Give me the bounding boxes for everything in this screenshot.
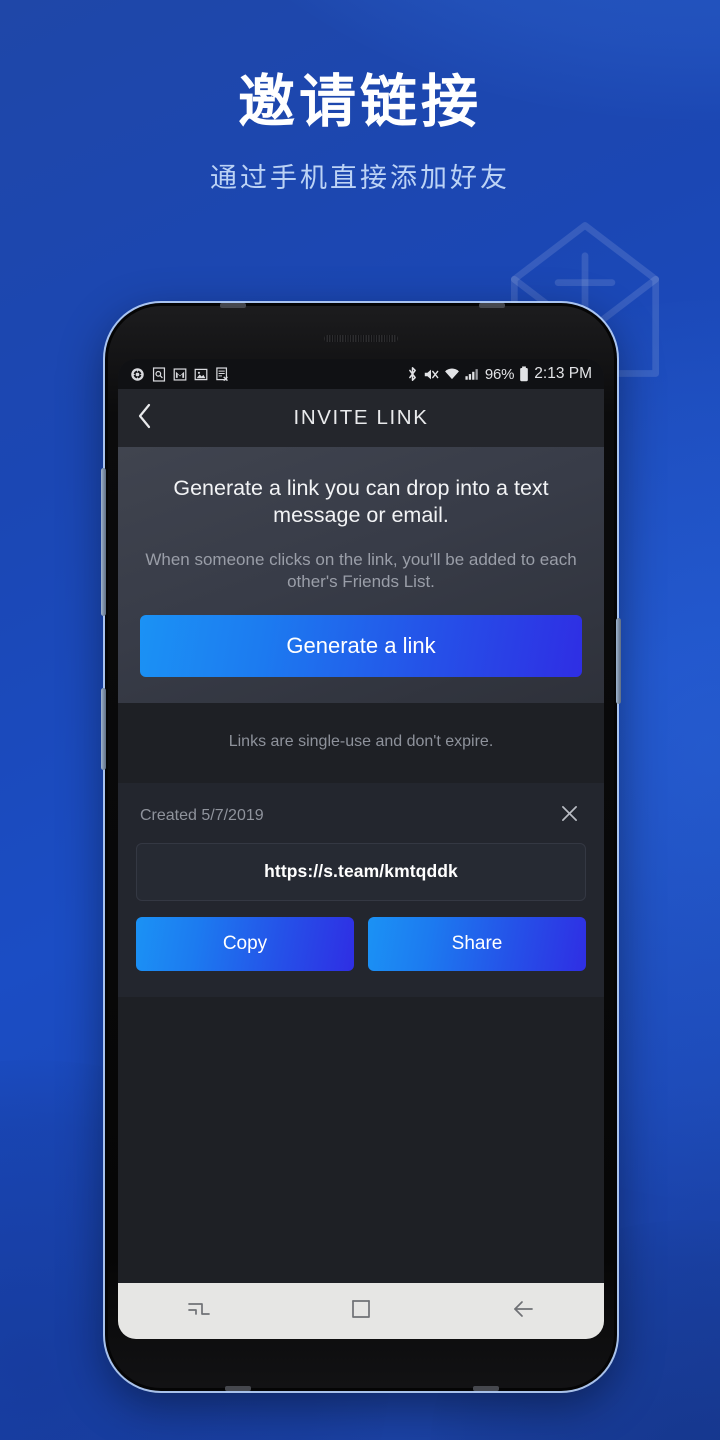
phone-mockup: 96% 2:13 PM INVITE LINK Generate a link …: [101, 303, 621, 1391]
hero-subtitle: When someone clicks on the link, you'll …: [145, 549, 577, 591]
nav-recents-button[interactable]: [118, 1283, 280, 1339]
wifi-icon: [444, 367, 460, 381]
generate-link-button[interactable]: Generate a link: [140, 614, 582, 677]
system-nav-bar: [118, 1283, 604, 1339]
copy-button[interactable]: Copy: [136, 916, 354, 971]
antenna-band: [220, 303, 246, 308]
bixby-button[interactable]: [101, 688, 106, 770]
link-card: Created 5/7/2019 https://s.team/kmtqddk …: [118, 782, 604, 997]
close-link-button[interactable]: [554, 801, 584, 831]
close-icon: [561, 805, 578, 827]
home-square-icon: [350, 1298, 372, 1325]
status-bar-clock: 2:13 PM: [534, 365, 592, 382]
page-title: 邀请链接: [238, 70, 482, 134]
status-bar-system: 96% 2:13 PM: [407, 365, 592, 383]
photo-icon: [194, 367, 208, 382]
battery-full-icon: [519, 366, 529, 382]
link-card-header: Created 5/7/2019: [136, 801, 586, 831]
antenna-band: [225, 1386, 251, 1391]
antenna-band: [473, 1386, 499, 1391]
share-button[interactable]: Share: [368, 916, 586, 971]
hero-panel: Generate a link you can drop into a text…: [118, 447, 604, 703]
signal-icon: [465, 367, 480, 381]
earpiece-speaker: [324, 335, 398, 342]
link-notice: Links are single-use and don't expire.: [118, 702, 604, 783]
document-x-icon: [215, 366, 229, 382]
document-search-icon: [152, 366, 166, 382]
status-bar: 96% 2:13 PM: [118, 359, 604, 389]
mute-icon: [423, 367, 439, 382]
invite-link-value[interactable]: https://s.team/kmtqddk: [136, 842, 586, 901]
recents-icon: [186, 1298, 212, 1325]
power-button[interactable]: [616, 618, 621, 704]
back-arrow-icon: [510, 1298, 536, 1325]
battery-percent: 96%: [484, 365, 515, 383]
volume-button[interactable]: [101, 468, 106, 616]
promo-screenshot: 邀请链接 通过手机直接添加好友 96% 2:13 PM INVITE LINK …: [0, 0, 720, 1440]
antenna-band: [479, 303, 505, 308]
app-bar: INVITE LINK: [118, 389, 604, 447]
status-bar-notifications: [130, 366, 229, 382]
created-date-label: Created 5/7/2019: [140, 806, 264, 824]
bluetooth-icon: [407, 366, 418, 382]
phone-screen: 96% 2:13 PM INVITE LINK Generate a link …: [118, 359, 604, 1339]
page-subtitle: 通过手机直接添加好友: [210, 163, 510, 193]
link-card-actions: Copy Share: [136, 916, 586, 971]
nav-back-button[interactable]: [442, 1283, 604, 1339]
nav-home-button[interactable]: [280, 1283, 442, 1339]
app-bar-title: INVITE LINK: [293, 406, 429, 429]
hero-title: Generate a link you can drop into a text…: [173, 476, 549, 527]
settings-gear-icon: [130, 367, 145, 382]
gmail-icon: [173, 367, 187, 382]
